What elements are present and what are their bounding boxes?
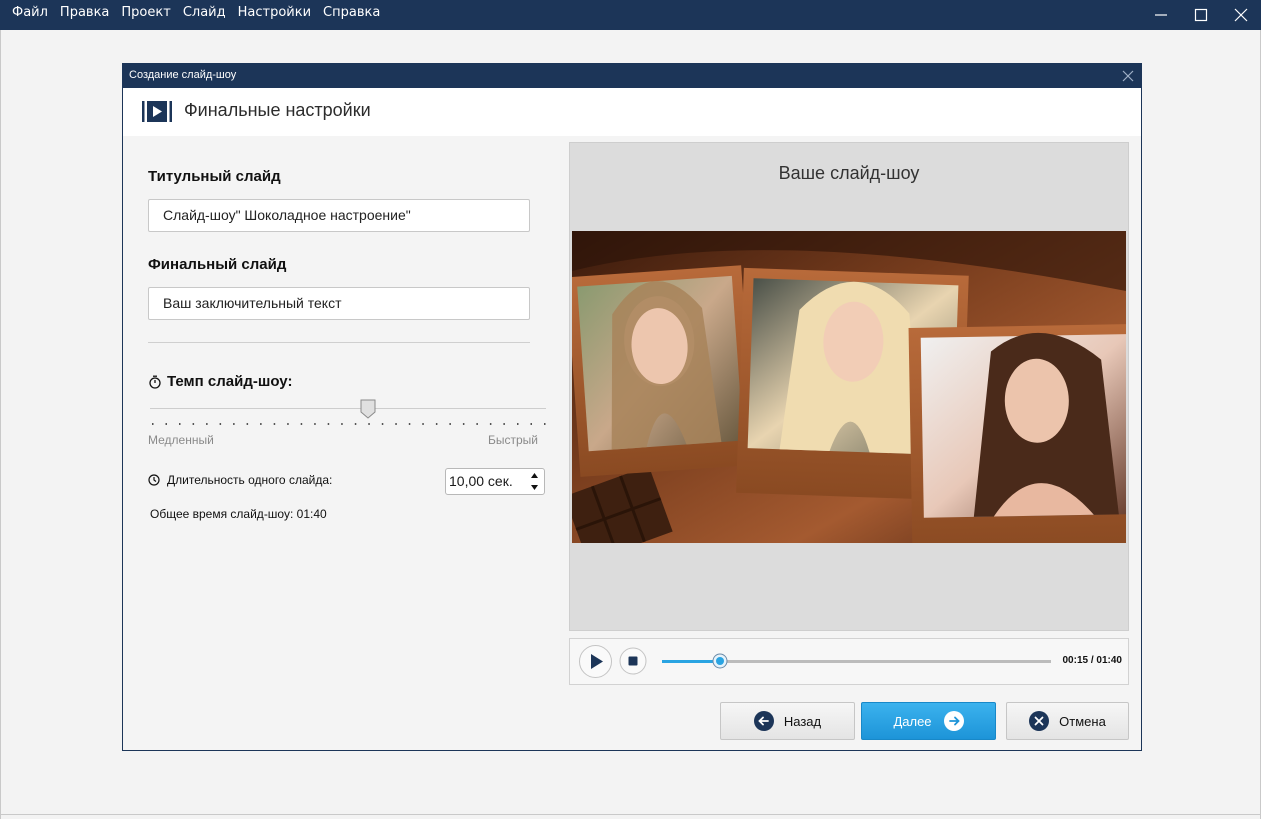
- status-divider: [0, 814, 1261, 815]
- cancel-button[interactable]: Отмена: [1006, 702, 1129, 740]
- slider-tick: [165, 423, 167, 425]
- slide-duration-spinbox[interactable]: 10,00 сек.: [445, 468, 545, 495]
- tempo-heading: Темп слайд-шоу:: [148, 373, 292, 390]
- slider-tick: [300, 423, 303, 425]
- preview-panel: Ваше слайд-шоу: [569, 142, 1129, 631]
- slideshow-play-icon: [142, 101, 172, 122]
- stopwatch-icon: [149, 375, 161, 389]
- slider-tick: [260, 423, 262, 425]
- slider-tick: [435, 423, 438, 425]
- create-slideshow-dialog: Создание слайд-шоу Финальные настройки Т…: [122, 63, 1142, 751]
- slider-tick: [476, 423, 478, 425]
- slider-tick: [327, 423, 330, 425]
- cancel-x-icon: [1029, 711, 1050, 731]
- slider-tick: [449, 423, 451, 425]
- next-button-label: Далее: [893, 713, 932, 729]
- settings-divider: [148, 342, 530, 343]
- final-slide-input[interactable]: Ваш заключительный текст: [148, 287, 530, 320]
- tempo-slider-track[interactable]: [150, 408, 546, 409]
- next-button[interactable]: Далее: [861, 702, 996, 740]
- slider-tick: [179, 423, 181, 425]
- slider-tick: [368, 423, 370, 425]
- clock-icon: [148, 474, 160, 486]
- slider-tick: [503, 423, 505, 425]
- maximize-icon: [1194, 8, 1208, 22]
- slider-tick: [246, 423, 249, 425]
- slider-tick: [354, 423, 357, 425]
- slider-tick: [287, 423, 289, 425]
- menu-file[interactable]: Файл: [0, 0, 54, 30]
- duration-value: 10,00 сек.: [449, 473, 513, 489]
- slider-tick: [341, 423, 343, 425]
- menu-help[interactable]: Справка: [317, 0, 386, 30]
- slider-tick: [544, 423, 546, 425]
- slider-tick: [314, 423, 316, 425]
- menu-edit[interactable]: Правка: [54, 0, 115, 30]
- preview-player-bar: 00:15 / 01:40: [569, 638, 1129, 685]
- slider-tick: [395, 423, 397, 425]
- arrow-right-icon: [943, 711, 964, 731]
- tempo-label: Темп слайд-шоу:: [167, 373, 293, 390]
- close-window-button[interactable]: [1221, 0, 1261, 30]
- dialog-title: Создание слайд-шоу: [129, 69, 237, 81]
- dialog-header: Финальные настройки: [123, 88, 1141, 136]
- tempo-max-label: Быстрый: [488, 433, 538, 447]
- tempo-slider-ticks: [152, 423, 546, 425]
- minimize-icon: [1155, 14, 1167, 16]
- slider-tick: [517, 423, 519, 425]
- slider-tick: [381, 423, 384, 425]
- cancel-button-label: Отмена: [1059, 713, 1106, 729]
- slider-tick: [206, 423, 208, 425]
- title-slide-input[interactable]: Слайд-шоу" Шоколадное настроение": [148, 199, 530, 232]
- time-readout: 00:15 / 01:40: [1062, 655, 1123, 666]
- close-icon: [1234, 8, 1248, 22]
- title-slide-label: Титульный слайд: [148, 168, 281, 185]
- duration-label-text: Длительность одного слайда:: [167, 473, 333, 487]
- stop-button-icon[interactable]: [619, 647, 647, 675]
- window-controls: [1141, 0, 1261, 30]
- dialog-close-icon[interactable]: [1121, 69, 1135, 83]
- back-button[interactable]: Назад: [720, 702, 855, 740]
- slider-tick: [219, 423, 222, 425]
- play-button-icon[interactable]: [578, 644, 613, 679]
- final-slide-label: Финальный слайд: [148, 256, 287, 273]
- spin-arrows-icon[interactable]: [530, 472, 539, 491]
- slider-tick: [530, 423, 532, 425]
- main-menubar: Файл Правка Проект Слайд Настройки Справ…: [0, 0, 1261, 30]
- menu-settings[interactable]: Настройки: [232, 0, 317, 30]
- back-button-label: Назад: [783, 713, 822, 729]
- total-time-text: Общее время слайд-шоу: 01:40: [150, 507, 327, 521]
- tempo-min-label: Медленный: [148, 433, 214, 447]
- slider-tick: [422, 423, 424, 425]
- preview-title: Ваше слайд-шоу: [778, 163, 920, 183]
- minimize-button[interactable]: [1141, 0, 1181, 30]
- page-title: Финальные настройки: [184, 100, 371, 120]
- maximize-button[interactable]: [1181, 0, 1221, 30]
- menu-project[interactable]: Проект: [115, 0, 176, 30]
- tempo-slider-thumb[interactable]: [359, 399, 377, 419]
- slider-tick: [408, 423, 411, 425]
- slider-tick: [192, 423, 195, 425]
- slider-tick: [489, 423, 492, 425]
- dialog-titlebar: Создание слайд-шоу: [123, 64, 1141, 88]
- arrow-left-icon: [753, 711, 774, 731]
- slider-tick: [152, 423, 154, 425]
- slider-tick: [273, 423, 276, 425]
- menu-slide[interactable]: Слайд: [177, 0, 232, 30]
- slider-tick: [462, 423, 465, 425]
- slide-duration-label: Длительность одного слайда:: [148, 473, 332, 487]
- chocolate-collage-preview: [572, 231, 1126, 543]
- seek-thumb[interactable]: [712, 653, 728, 669]
- slider-tick: [233, 423, 235, 425]
